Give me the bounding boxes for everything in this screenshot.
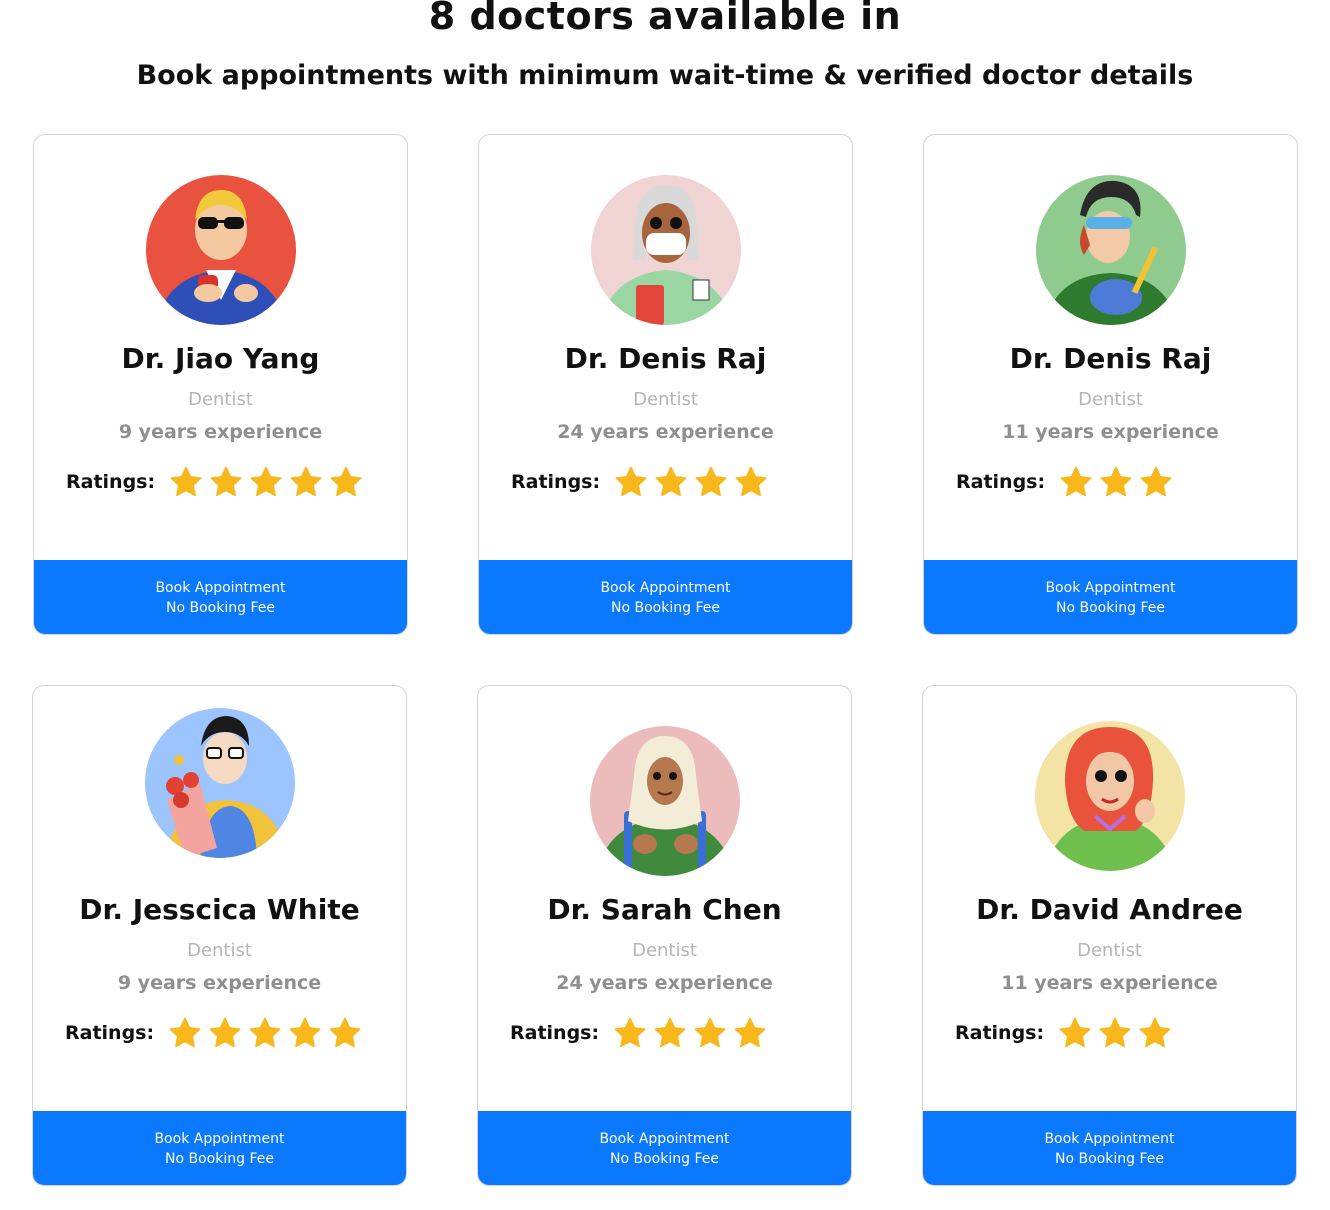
star-icon bbox=[210, 466, 242, 497]
ratings-label: Ratings: bbox=[511, 471, 601, 493]
doctor-avatar-welder-icon bbox=[1036, 175, 1186, 325]
no-booking-fee-label: No Booking Fee bbox=[611, 599, 720, 616]
star-icon bbox=[1099, 1017, 1131, 1048]
book-appointment-button[interactable]: Book Appointment No Booking Fee bbox=[923, 1111, 1296, 1185]
doctor-specialty: Dentist bbox=[188, 389, 253, 410]
doctor-experience: 9 years experience bbox=[118, 421, 323, 443]
doctor-name: Dr. David Andree bbox=[976, 893, 1243, 926]
star-icon bbox=[169, 1017, 201, 1048]
star-icon bbox=[695, 466, 727, 497]
rating-stars bbox=[1058, 1016, 1178, 1050]
book-appointment-label: Book Appointment bbox=[600, 579, 731, 596]
book-appointment-label: Book Appointment bbox=[155, 579, 286, 596]
rating-stars bbox=[168, 1016, 368, 1050]
page-subtitle: Book appointments with minimum wait-time… bbox=[136, 60, 1194, 91]
doctor-name: Dr. Sarah Chen bbox=[547, 893, 782, 926]
star-icon bbox=[1139, 1017, 1171, 1048]
book-appointment-button[interactable]: Book Appointment No Booking Fee bbox=[479, 560, 852, 634]
doctor-card: Dr. David Andree Dentist 11 years experi… bbox=[922, 685, 1297, 1186]
no-booking-fee-label: No Booking Fee bbox=[166, 599, 275, 616]
doctor-avatar-redhair-icon bbox=[1035, 721, 1185, 871]
doctor-specialty: Dentist bbox=[633, 389, 698, 410]
star-icon bbox=[615, 466, 647, 497]
star-icon bbox=[655, 466, 687, 497]
doctor-experience: 11 years experience bbox=[1002, 421, 1219, 443]
ratings-label: Ratings: bbox=[956, 471, 1046, 493]
doctor-card: Dr. Jesscica White Dentist 9 years exper… bbox=[32, 685, 407, 1186]
star-icon bbox=[250, 466, 282, 497]
book-appointment-label: Book Appointment bbox=[154, 1130, 285, 1147]
doctor-specialty: Dentist bbox=[632, 940, 697, 961]
rating-stars bbox=[613, 1016, 773, 1050]
ratings-row: Ratings: bbox=[955, 1013, 1178, 1053]
doctor-experience: 11 years experience bbox=[1001, 972, 1218, 994]
book-appointment-label: Book Appointment bbox=[599, 1130, 730, 1147]
doctor-avatar-flowers-icon bbox=[145, 708, 295, 858]
rating-stars bbox=[169, 465, 369, 499]
doctor-specialty: Dentist bbox=[1078, 389, 1143, 410]
doctor-experience: 24 years experience bbox=[557, 421, 774, 443]
doctor-name: Dr. Jesscica White bbox=[79, 893, 360, 926]
ratings-row: Ratings: bbox=[66, 462, 369, 502]
no-booking-fee-label: No Booking Fee bbox=[610, 1150, 719, 1167]
star-icon bbox=[1060, 466, 1092, 497]
star-icon bbox=[330, 466, 362, 497]
star-icon bbox=[209, 1017, 241, 1048]
book-appointment-button[interactable]: Book Appointment No Booking Fee bbox=[478, 1111, 851, 1185]
doctor-card: Dr. Jiao Yang Dentist 9 years experience… bbox=[33, 134, 408, 635]
doctor-name: Dr. Denis Raj bbox=[564, 342, 767, 375]
no-booking-fee-label: No Booking Fee bbox=[1056, 599, 1165, 616]
book-appointment-label: Book Appointment bbox=[1044, 1130, 1175, 1147]
star-icon bbox=[1140, 466, 1172, 497]
book-appointment-label: Book Appointment bbox=[1045, 579, 1176, 596]
star-icon bbox=[654, 1017, 686, 1048]
rating-stars bbox=[614, 465, 774, 499]
star-icon bbox=[734, 1017, 766, 1048]
book-appointment-button[interactable]: Book Appointment No Booking Fee bbox=[924, 560, 1297, 634]
ratings-row: Ratings: bbox=[65, 1013, 368, 1053]
star-icon bbox=[289, 1017, 321, 1048]
doctor-experience: 9 years experience bbox=[117, 972, 322, 994]
star-icon bbox=[1059, 1017, 1091, 1048]
ratings-label: Ratings: bbox=[66, 471, 156, 493]
ratings-label: Ratings: bbox=[955, 1022, 1045, 1044]
ratings-label: Ratings: bbox=[65, 1022, 155, 1044]
ratings-row: Ratings: bbox=[956, 462, 1179, 502]
no-booking-fee-label: No Booking Fee bbox=[165, 1150, 274, 1167]
star-icon bbox=[249, 1017, 281, 1048]
star-icon bbox=[614, 1017, 646, 1048]
rating-stars bbox=[1059, 465, 1179, 499]
doctor-name: Dr. Denis Raj bbox=[1009, 342, 1212, 375]
no-booking-fee-label: No Booking Fee bbox=[1055, 1150, 1164, 1167]
doctor-specialty: Dentist bbox=[187, 940, 252, 961]
book-appointment-button[interactable]: Book Appointment No Booking Fee bbox=[33, 1111, 406, 1185]
ratings-label: Ratings: bbox=[510, 1022, 600, 1044]
star-icon bbox=[1100, 466, 1132, 497]
doctor-card: Dr. Denis Raj Dentist 11 years experienc… bbox=[923, 134, 1298, 635]
doctor-avatar-sunglasses-icon bbox=[146, 175, 296, 325]
doctor-avatar-hijab-icon bbox=[590, 726, 740, 876]
star-icon bbox=[170, 466, 202, 497]
star-icon bbox=[290, 466, 322, 497]
star-icon bbox=[329, 1017, 361, 1048]
book-appointment-button[interactable]: Book Appointment No Booking Fee bbox=[34, 560, 407, 634]
page-title: 8 doctors available in bbox=[428, 0, 902, 38]
doctor-card: Dr. Denis Raj Dentist 24 years experienc… bbox=[478, 134, 853, 635]
ratings-row: Ratings: bbox=[510, 1013, 773, 1053]
star-icon bbox=[694, 1017, 726, 1048]
doctor-card: Dr. Sarah Chen Dentist 24 years experien… bbox=[477, 685, 852, 1186]
doctor-avatar-mask-icon bbox=[591, 175, 741, 325]
ratings-row: Ratings: bbox=[511, 462, 774, 502]
doctor-name: Dr. Jiao Yang bbox=[121, 342, 320, 375]
doctor-experience: 24 years experience bbox=[556, 972, 773, 994]
doctor-specialty: Dentist bbox=[1077, 940, 1142, 961]
star-icon bbox=[735, 466, 767, 497]
